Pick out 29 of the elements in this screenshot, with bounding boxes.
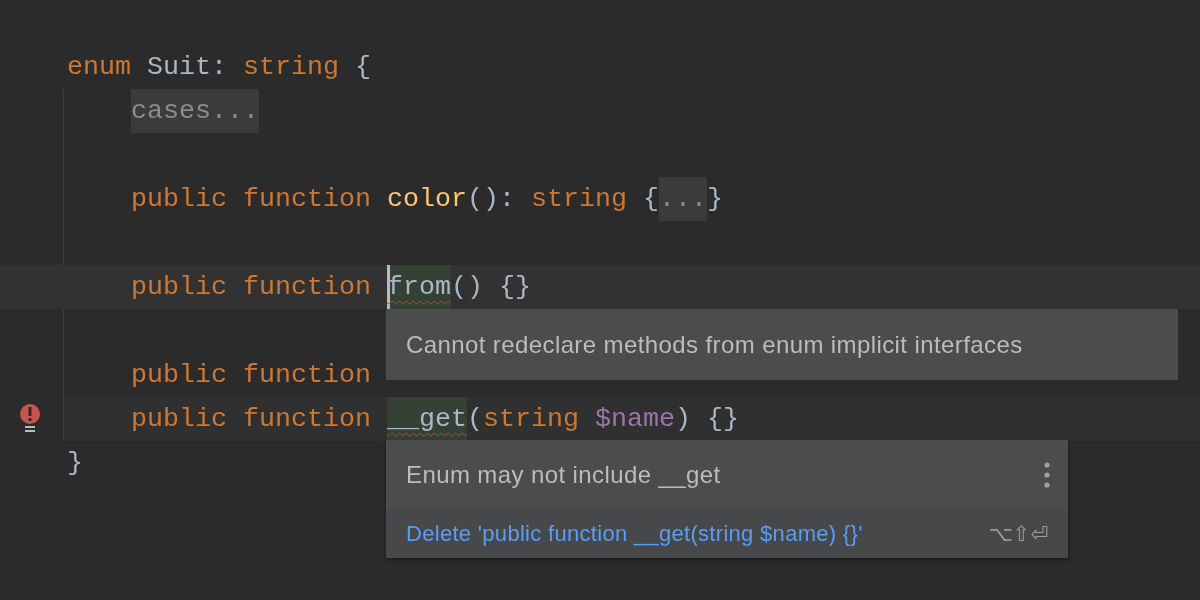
code-text: Suit:	[146, 51, 228, 84]
more-icon[interactable]	[1044, 462, 1050, 488]
code-keyword: public function	[131, 403, 372, 436]
code-keyword: string	[243, 51, 339, 84]
code-text: {	[641, 183, 659, 216]
error-message: Enum may not include __get	[406, 461, 721, 489]
function-name: color	[386, 183, 467, 216]
code-text: }	[706, 183, 723, 216]
code-keyword: public function	[131, 271, 372, 304]
code-text: {	[353, 51, 371, 84]
code-text: }	[67, 447, 83, 480]
error-tooltip: Cannot redeclare methods from enum implicit interfaces	[386, 309, 1178, 380]
error-identifier: __get	[386, 397, 467, 441]
code-text: ():	[466, 183, 516, 216]
code-keyword: public function	[131, 359, 371, 392]
code-keyword: enum	[67, 51, 131, 84]
folded-code: ...	[658, 177, 707, 221]
error-bulb-icon[interactable]	[18, 403, 42, 433]
quick-fix-item[interactable]: Delete 'public function __get(string $name) {}' ⌥⇧⏎	[386, 510, 1068, 558]
variable-name: $name	[594, 403, 675, 436]
folded-code: cases...	[131, 89, 259, 133]
code-keyword: public function	[131, 183, 372, 216]
code-keyword: string	[530, 183, 627, 216]
code-text: ) {}	[674, 403, 739, 436]
keyboard-shortcut: ⌥⇧⏎	[988, 522, 1048, 546]
code-text: () {}	[450, 271, 531, 304]
code-keyword: string	[482, 403, 580, 436]
code-text: (	[466, 403, 483, 436]
quick-fix-label: Delete 'public function __get(string $name) {}'	[406, 521, 863, 547]
